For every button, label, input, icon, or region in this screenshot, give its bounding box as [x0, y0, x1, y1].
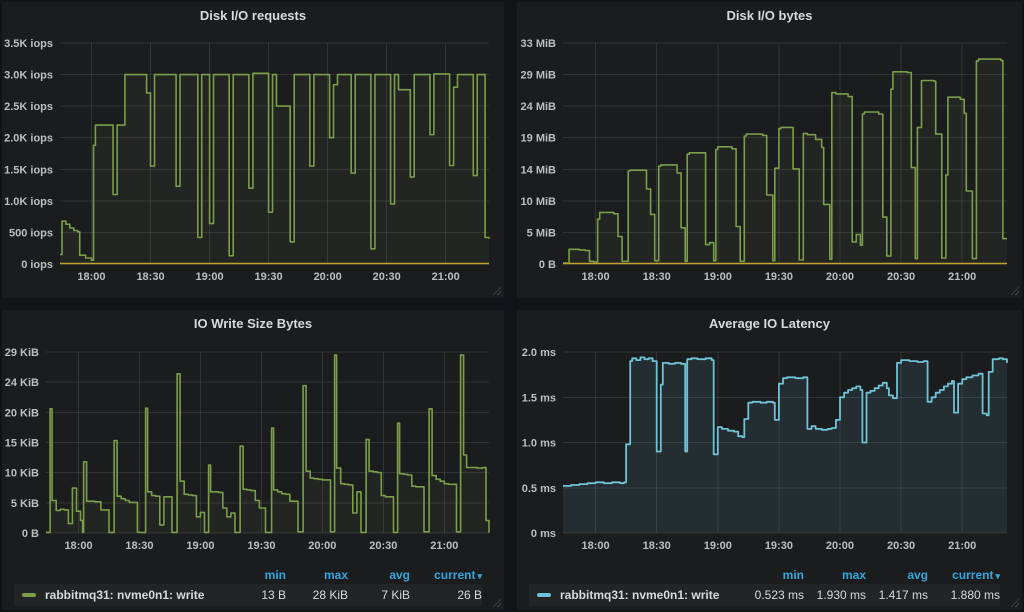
legend-sort-max[interactable]: max — [286, 568, 348, 582]
legend-sort-avg[interactable]: avg — [866, 568, 928, 582]
y-axis-tick-label: 24 MiB — [521, 101, 557, 113]
legend-sort-avg[interactable]: avg — [348, 568, 410, 582]
x-axis-tick-label: 19:00 — [186, 540, 214, 552]
y-axis-tick-label: 15 KiB — [5, 438, 39, 450]
series-name[interactable]: rabbitmq31: nvme0n1: write — [45, 588, 204, 602]
legend-sort-max[interactable]: max — [804, 568, 866, 582]
y-axis-tick-label: 10 MiB — [521, 196, 557, 208]
panel-title-disk-io-bytes[interactable]: Disk I/O bytes — [517, 2, 1022, 28]
x-axis-tick-label: 18:00 — [582, 271, 610, 283]
y-axis-tick-label: 500 iops — [9, 227, 53, 239]
y-axis-tick-label: 1.0K iops — [4, 196, 53, 208]
legend-sort-min[interactable]: min — [742, 568, 804, 582]
x-axis-tick-label: 20:30 — [887, 271, 915, 283]
x-axis-tick-label: 19:30 — [255, 271, 283, 283]
y-axis-tick-label: 29 KiB — [5, 347, 39, 359]
y-axis-tick-label: 5 MiB — [527, 227, 556, 239]
legend-current-value: 26 B — [410, 588, 482, 602]
panel-io-write-size-bytes: IO Write Size Bytes 0 B 5 KiB 10 KiB 15 KiB… — [2, 310, 504, 610]
y-axis-tick-label: 2.0K iops — [4, 133, 53, 145]
legend-min-value: 13 B — [224, 588, 286, 602]
y-axis-tick-label: 0 ms — [531, 528, 556, 540]
x-axis-tick-label: 21:00 — [948, 271, 976, 283]
x-axis-tick-label: 21:00 — [948, 540, 976, 552]
y-axis-tick-label: 20 KiB — [5, 407, 39, 419]
x-axis-tick-label: 19:30 — [247, 540, 275, 552]
chart-disk-io-requests[interactable]: 0 iops 500 iops 1.0K iops 1.5K iops 2.0K iop… — [2, 28, 504, 298]
sort-caret-icon: ▾ — [477, 571, 482, 581]
panel-title-io-write-size-bytes[interactable]: IO Write Size Bytes — [2, 310, 504, 336]
legend-header: min max avg current▾ — [14, 566, 482, 584]
panel-title-disk-io-requests[interactable]: Disk I/O requests — [2, 2, 504, 28]
x-axis-tick-label: 18:00 — [77, 271, 105, 283]
y-axis-tick-label: 3.0K iops — [4, 70, 53, 82]
x-axis-tick-label: 19:30 — [765, 540, 793, 552]
legend-row: rabbitmq31: nvme0n1: write 13 B 28 KiB 7… — [14, 584, 482, 606]
y-axis-tick-label: 24 KiB — [5, 377, 39, 389]
y-axis-tick-label: 0 B — [539, 259, 556, 271]
x-axis-tick-label: 18:30 — [125, 540, 153, 552]
x-axis-tick-label: 19:00 — [704, 271, 732, 283]
y-axis-tick-label: 3.5K iops — [4, 38, 53, 50]
x-axis-tick-label: 21:00 — [432, 271, 460, 283]
legend-avg-value: 1.417 ms — [866, 588, 928, 602]
series-color-marker — [537, 593, 551, 597]
legend-sort-current[interactable]: current▾ — [928, 568, 1000, 582]
x-axis-tick-label: 18:30 — [643, 540, 671, 552]
y-axis-tick-label: 10 KiB — [5, 468, 39, 480]
x-axis-tick-label: 19:00 — [704, 540, 732, 552]
legend-sort-current[interactable]: current▾ — [410, 568, 482, 582]
legend-max-value: 1.930 ms — [804, 588, 866, 602]
y-axis-tick-label: 29 MiB — [521, 70, 557, 82]
x-axis-tick-label: 19:00 — [195, 271, 223, 283]
legend: min max avg current▾ rabbitmq31: nvme0n1… — [517, 566, 1022, 608]
sort-caret-icon: ▾ — [995, 571, 1000, 581]
x-axis-tick-label: 20:00 — [314, 271, 342, 283]
x-axis-tick-label: 20:00 — [826, 271, 854, 283]
legend-header: min max avg current▾ — [529, 566, 1000, 584]
legend-current-value: 1.880 ms — [928, 588, 1000, 602]
y-axis-tick-label: 5 KiB — [11, 498, 39, 510]
x-axis-tick-label: 21:00 — [430, 540, 458, 552]
y-axis-tick-label: 2.5K iops — [4, 101, 53, 113]
x-axis-tick-label: 20:00 — [826, 540, 854, 552]
panel-average-io-latency: Average IO Latency 0 ms 0.5 ms 1.0 ms 1.5 m… — [517, 310, 1022, 610]
chart-io-write-size-bytes[interactable]: 0 B 5 KiB 10 KiB 15 KiB 20 KiB 24 KiB 29 KiB 18… — [2, 336, 504, 562]
y-axis-tick-label: 1.5 ms — [522, 392, 556, 404]
x-axis-tick-label: 18:00 — [582, 540, 610, 552]
legend: min max avg current▾ rabbitmq31: nvme0n1… — [2, 566, 504, 608]
chart-disk-io-bytes[interactable]: 0 B 5 MiB 10 MiB 14 MiB 19 MiB 24 MiB 29 MiB 33… — [517, 28, 1022, 298]
panel-disk-io-bytes: Disk I/O bytes 0 B 5 MiB 10 MiB 14 MiB 19 Mi… — [517, 2, 1022, 298]
panel-title-average-io-latency[interactable]: Average IO Latency — [517, 310, 1022, 336]
series-area-green — [563, 59, 1007, 264]
y-axis-tick-label: 1.0 ms — [522, 438, 556, 450]
legend-min-value: 0.523 ms — [742, 588, 804, 602]
y-axis-tick-label: 1.5K iops — [4, 164, 53, 176]
legend-row: rabbitmq31: nvme0n1: write 0.523 ms 1.93… — [529, 584, 1000, 606]
legend-avg-value: 7 KiB — [348, 588, 410, 602]
y-axis-tick-label: 19 MiB — [521, 133, 557, 145]
y-axis-tick-label: 0 iops — [21, 259, 53, 271]
x-axis-tick-label: 18:00 — [64, 540, 92, 552]
x-axis-tick-label: 20:30 — [369, 540, 397, 552]
y-axis-tick-label: 0.5 ms — [522, 483, 556, 495]
legend-sort-min[interactable]: min — [224, 568, 286, 582]
x-axis-tick-label: 19:30 — [765, 271, 793, 283]
x-axis-tick-label: 20:30 — [373, 271, 401, 283]
chart-average-io-latency[interactable]: 0 ms 0.5 ms 1.0 ms 1.5 ms 2.0 ms 18:00 18:30 19… — [517, 336, 1022, 562]
x-axis-tick-label: 20:00 — [308, 540, 336, 552]
y-axis-tick-label: 33 MiB — [521, 38, 557, 50]
x-axis-tick-label: 18:30 — [136, 271, 164, 283]
y-axis-tick-label: 2.0 ms — [522, 347, 556, 359]
series-name[interactable]: rabbitmq31: nvme0n1: write — [560, 588, 719, 602]
x-axis-tick-label: 18:30 — [643, 271, 671, 283]
panel-disk-io-requests: Disk I/O requests 0 iops 500 iops 1.0K iop… — [2, 2, 504, 298]
y-axis-tick-label: 0 B — [22, 528, 39, 540]
x-axis-tick-label: 20:30 — [887, 540, 915, 552]
legend-max-value: 28 KiB — [286, 588, 348, 602]
series-color-marker — [22, 593, 36, 597]
y-axis-tick-label: 14 MiB — [521, 164, 557, 176]
